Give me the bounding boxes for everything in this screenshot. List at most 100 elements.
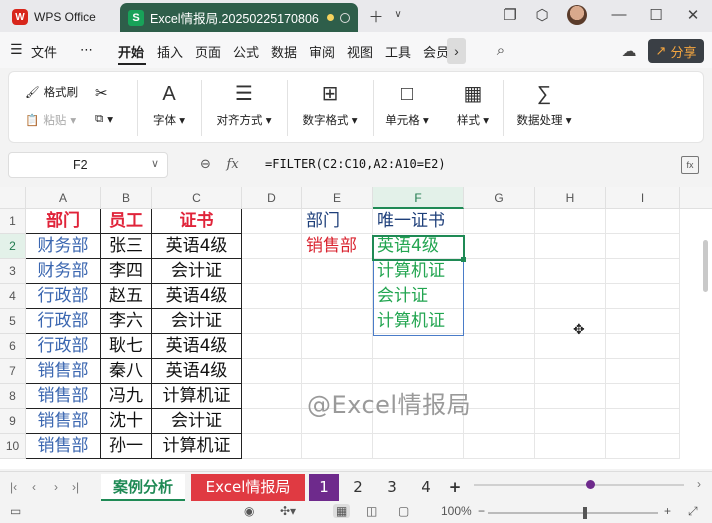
column-header-c[interactable]: C: [152, 187, 242, 209]
grid-cell[interactable]: [464, 284, 535, 309]
share-button[interactable]: ↗ 分享: [648, 39, 704, 63]
grid-cell[interactable]: [302, 334, 373, 359]
horizontal-scrollbar[interactable]: [474, 484, 684, 486]
row-header-9[interactable]: 9: [0, 409, 26, 434]
eye-protect-icon[interactable]: ◉: [244, 504, 254, 518]
column-header-e[interactable]: E: [302, 187, 373, 209]
grid-cell[interactable]: [535, 284, 606, 309]
zoom-in-icon[interactable]: +: [664, 504, 671, 518]
row-header-3[interactable]: 3: [0, 259, 26, 284]
cell-cert[interactable]: 英语4级: [152, 234, 242, 259]
row-header-7[interactable]: 7: [0, 359, 26, 384]
menu-tools[interactable]: 工具: [385, 42, 411, 61]
menu-scroll-right-button[interactable]: ›: [447, 38, 466, 64]
grid-cell[interactable]: [464, 359, 535, 384]
document-tab[interactable]: S Excel情报局.20250225170806: [120, 3, 358, 32]
filter-result-cell[interactable]: 英语4级: [373, 234, 464, 259]
column-header-g[interactable]: G: [464, 187, 535, 209]
cell-employee[interactable]: 张三: [101, 234, 152, 259]
data-process-button[interactable]: ∑ 数据处理 ▾: [511, 82, 577, 128]
sheet-tab-1[interactable]: 1: [309, 474, 339, 501]
grid-cell[interactable]: [242, 209, 302, 234]
grid-cell[interactable]: [606, 259, 680, 284]
cell-dept[interactable]: 财务部: [26, 259, 101, 284]
new-tab-icon[interactable]: ＋: [366, 6, 386, 27]
grid-cell[interactable]: [464, 409, 535, 434]
hamburger-icon[interactable]: ☰: [10, 41, 23, 58]
cut-icon[interactable]: ✂: [95, 84, 108, 102]
grid-cell[interactable]: [535, 384, 606, 409]
expand-formula-icon[interactable]: fx: [681, 156, 699, 174]
zoom-search-icon[interactable]: ⊖: [200, 156, 211, 171]
result-header[interactable]: 唯一证书: [373, 209, 464, 234]
grid-cell[interactable]: [302, 259, 373, 284]
zoom-slider-thumb[interactable]: [583, 507, 587, 519]
grid-cell[interactable]: [302, 309, 373, 334]
sheet-tab-2[interactable]: 2: [343, 474, 373, 501]
menu-page[interactable]: 页面: [195, 42, 221, 61]
column-header-f[interactable]: F: [373, 187, 464, 209]
formula-input[interactable]: =FILTER(C2:C10,A2:A10=E2): [265, 157, 446, 171]
spreadsheet-grid[interactable]: A B C D E F G H I 1 2 3 4 5 6 7 8 9 10 部门 员工 证书 财务部 张三 英语4级 财务部 李四…: [0, 187, 712, 469]
grid-cell[interactable]: [535, 259, 606, 284]
cell-dept[interactable]: 销售部: [26, 409, 101, 434]
grid-cell[interactable]: [464, 434, 535, 459]
prev-sheet-icon[interactable]: ‹: [32, 480, 36, 494]
first-sheet-icon[interactable]: |‹: [10, 480, 17, 494]
row-header-5[interactable]: 5: [0, 309, 26, 334]
add-sheet-button[interactable]: +: [443, 474, 467, 501]
cell-dept[interactable]: 销售部: [26, 359, 101, 384]
search-icon[interactable]: ⌕: [491, 42, 511, 59]
criteria-label[interactable]: 部门: [302, 209, 373, 234]
grid-cell[interactable]: [606, 309, 680, 334]
cell-employee[interactable]: 冯九: [101, 384, 152, 409]
sheet-tab-3[interactable]: 3: [377, 474, 407, 501]
cell-cert[interactable]: 英语4级: [152, 334, 242, 359]
grid-cell[interactable]: [535, 334, 606, 359]
grid-cell[interactable]: [242, 334, 302, 359]
filter-result-cell[interactable]: 计算机证: [373, 309, 464, 334]
number-format-button[interactable]: ⊞ 数字格式 ▾: [295, 82, 365, 128]
grid-cell[interactable]: [535, 309, 606, 334]
menu-home[interactable]: 开始: [118, 42, 144, 61]
cell-employee[interactable]: 秦八: [101, 359, 152, 384]
column-header-d[interactable]: D: [242, 187, 302, 209]
menu-more[interactable]: ⋯: [80, 42, 93, 58]
grid-cell[interactable]: [606, 284, 680, 309]
page-icon[interactable]: ▭: [10, 504, 21, 518]
menu-member[interactable]: 会员: [423, 42, 447, 61]
cloud-upload-icon[interactable]: ☁: [619, 42, 639, 60]
cell-employee[interactable]: 李四: [101, 259, 152, 284]
cell-employee[interactable]: 李六: [101, 309, 152, 334]
grid-cell[interactable]: [242, 409, 302, 434]
grid-cell[interactable]: [302, 434, 373, 459]
fx-icon[interactable]: fx: [227, 157, 239, 172]
cube-icon[interactable]: ⬡: [532, 6, 552, 24]
cell-employee[interactable]: 耿七: [101, 334, 152, 359]
grid-cell[interactable]: [242, 384, 302, 409]
page-layout-view-icon[interactable]: ◫: [366, 504, 377, 518]
row-header-10[interactable]: 10: [0, 434, 26, 459]
grid-cell[interactable]: [535, 409, 606, 434]
maximize-icon[interactable]: ☐: [646, 6, 666, 24]
avatar[interactable]: [567, 5, 587, 25]
grid-cell[interactable]: [606, 359, 680, 384]
menu-review[interactable]: 审阅: [309, 42, 335, 61]
cell-employee[interactable]: 孙一: [101, 434, 152, 459]
grid-cell[interactable]: [464, 209, 535, 234]
page-break-view-icon[interactable]: ▢: [398, 504, 409, 518]
grid-cell[interactable]: [535, 434, 606, 459]
copy-button[interactable]: ⧉ ▾: [95, 112, 113, 127]
cell-dept[interactable]: 销售部: [26, 384, 101, 409]
cell-cert[interactable]: 计算机证: [152, 434, 242, 459]
sheet-tab-case[interactable]: 案例分析: [101, 474, 185, 501]
menu-insert[interactable]: 插入: [157, 42, 183, 61]
grid-cell[interactable]: [464, 234, 535, 259]
column-header-h[interactable]: H: [535, 187, 606, 209]
tab-close-icon[interactable]: [340, 12, 350, 23]
row-header-1[interactable]: 1: [0, 209, 26, 234]
next-sheet-icon[interactable]: ›: [54, 480, 58, 494]
grid-cell[interactable]: [373, 334, 464, 359]
column-header-i[interactable]: I: [606, 187, 680, 209]
zoom-out-icon[interactable]: −: [478, 504, 485, 518]
